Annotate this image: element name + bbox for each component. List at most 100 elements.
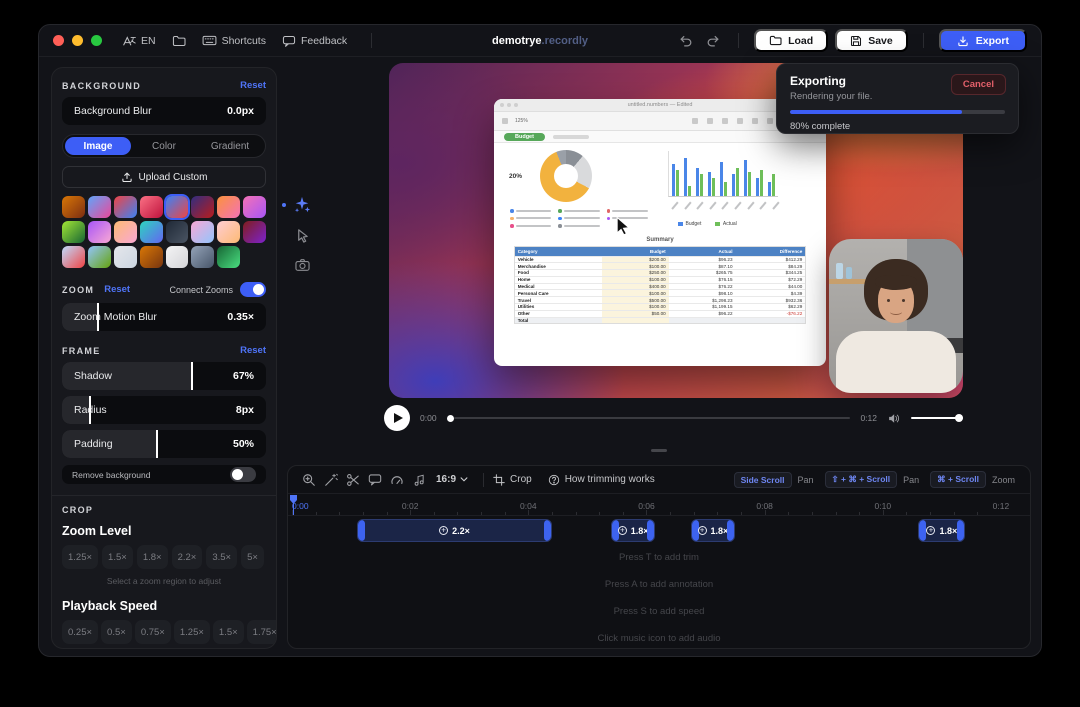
background-thumbnail[interactable] <box>140 246 163 268</box>
how-trimming-works-link[interactable]: How trimming works <box>548 474 655 486</box>
background-thumbnail[interactable] <box>243 196 266 218</box>
zoom-level-option[interactable]: 3.5× <box>206 545 237 569</box>
titlebar-divider <box>738 33 739 48</box>
region-handle-left[interactable] <box>919 520 926 541</box>
background-thumbnail[interactable] <box>88 221 111 243</box>
zoom-level-option[interactable]: 5× <box>241 545 264 569</box>
feedback-button[interactable]: Feedback <box>282 35 347 47</box>
magic-wand-button[interactable] <box>320 470 342 490</box>
cursor-tool-button[interactable] <box>291 223 313 247</box>
timeline-ruler[interactable]: 0:000:020:040:060:080:100:12 <box>288 494 1030 516</box>
sheet-content: 20% Budget Actual Summary <box>494 143 826 324</box>
background-tab-gradient[interactable]: Gradient <box>197 137 263 155</box>
zoom-region[interactable]: 1.8× <box>611 519 655 542</box>
volume-slider[interactable] <box>911 417 963 419</box>
shadow-slider[interactable]: Shadow 67% <box>62 362 266 390</box>
speed-button[interactable] <box>386 470 408 490</box>
zoom-level-option[interactable]: 1.8× <box>137 545 168 569</box>
project-folder-button[interactable] <box>172 35 186 47</box>
zoom-region[interactable]: 1.8× <box>918 519 965 542</box>
region-handle-right[interactable] <box>727 520 734 541</box>
minimize-window-button[interactable] <box>72 35 83 46</box>
zoom-region[interactable]: 2.2× <box>357 519 552 542</box>
zoom-reset-link[interactable]: Reset <box>104 284 130 295</box>
background-thumbnail[interactable] <box>217 196 240 218</box>
aspect-ratio-dropdown[interactable]: 16:9 <box>436 474 468 485</box>
zoom-region[interactable]: 1.8× <box>691 519 735 542</box>
language-selector[interactable]: EN <box>122 34 156 47</box>
background-thumbnail[interactable] <box>62 196 85 218</box>
playback-speed-option[interactable]: 1.5× <box>213 620 244 644</box>
annotation-button[interactable] <box>364 470 386 490</box>
slider-handle[interactable] <box>191 362 193 390</box>
region-handle-right[interactable] <box>647 520 654 541</box>
save-button[interactable]: Save <box>835 29 908 52</box>
panel-resize-handle[interactable] <box>651 449 667 452</box>
background-thumbnail[interactable] <box>88 246 111 268</box>
playback-speed-option[interactable]: 1.75× <box>247 620 277 644</box>
background-blur-slider[interactable]: Background Blur 0.0px <box>62 97 266 125</box>
background-thumbnail[interactable] <box>217 246 240 268</box>
zoom-level-option[interactable]: 1.25× <box>62 545 98 569</box>
background-thumbnail[interactable] <box>114 221 137 243</box>
background-thumbnail[interactable] <box>114 246 137 268</box>
seek-track[interactable] <box>454 417 851 419</box>
cancel-export-button[interactable]: Cancel <box>951 74 1006 95</box>
sheet-table-cell: $500.00 <box>602 297 669 303</box>
export-button[interactable]: Export <box>939 29 1027 52</box>
region-handle-right[interactable] <box>957 520 964 541</box>
zoom-region-track[interactable]: 2.2× 1.8× 1.8× 1.8× <box>288 518 1030 544</box>
region-handle-right[interactable] <box>544 520 551 541</box>
background-thumbnail[interactable] <box>88 196 111 218</box>
shortcuts-button[interactable]: Shortcuts <box>202 35 266 47</box>
background-thumbnail[interactable] <box>166 196 189 218</box>
background-thumbnail[interactable] <box>191 221 214 243</box>
radius-slider[interactable]: Radius 8px <box>62 396 266 424</box>
cut-button[interactable] <box>342 470 364 490</box>
load-button[interactable]: Load <box>754 29 828 52</box>
background-thumbnail[interactable] <box>166 246 189 268</box>
music-button[interactable] <box>408 470 430 490</box>
playback-speed-option[interactable]: 0.5× <box>101 620 132 644</box>
maximize-window-button[interactable] <box>91 35 102 46</box>
close-window-button[interactable] <box>53 35 64 46</box>
zoom-motion-blur-slider[interactable]: Zoom Motion Blur 0.35× <box>62 303 266 331</box>
slider-handle[interactable] <box>156 430 158 458</box>
region-handle-left[interactable] <box>358 520 365 541</box>
playback-speed-option[interactable]: 0.75× <box>135 620 171 644</box>
remove-background-toggle[interactable] <box>230 467 256 482</box>
background-thumbnail[interactable] <box>243 221 266 243</box>
play-button[interactable] <box>384 405 410 431</box>
background-thumbnail[interactable] <box>62 246 85 268</box>
background-thumbnail[interactable] <box>140 196 163 218</box>
webcam-overlay[interactable] <box>829 239 963 393</box>
background-thumbnail[interactable] <box>191 196 214 218</box>
connect-zooms-toggle[interactable] <box>240 282 266 297</box>
redo-button[interactable] <box>703 31 723 51</box>
background-thumbnail[interactable] <box>166 221 189 243</box>
playback-speed-option[interactable]: 1.25× <box>174 620 210 644</box>
frame-reset-link[interactable]: Reset <box>240 345 266 356</box>
padding-slider[interactable]: Padding 50% <box>62 430 266 458</box>
background-thumbnail[interactable] <box>140 221 163 243</box>
seek-handle[interactable] <box>447 415 454 422</box>
seek-bar[interactable] <box>447 415 851 422</box>
zoom-level-option[interactable]: 1.5× <box>102 545 133 569</box>
effects-tool-button[interactable] <box>291 193 313 217</box>
background-thumbnail[interactable] <box>217 221 240 243</box>
zoom-level-option[interactable]: 2.2× <box>172 545 203 569</box>
volume-handle[interactable] <box>955 414 963 422</box>
speaker-icon[interactable] <box>887 412 901 425</box>
crop-button[interactable]: Crop <box>493 474 532 486</box>
background-tab-color[interactable]: Color <box>131 137 197 155</box>
camera-tool-button[interactable] <box>291 253 313 277</box>
background-reset-link[interactable]: Reset <box>240 80 266 91</box>
undo-button[interactable] <box>676 31 696 51</box>
background-thumbnail[interactable] <box>191 246 214 268</box>
add-zoom-button[interactable] <box>298 470 320 490</box>
background-thumbnail[interactable] <box>114 196 137 218</box>
playback-speed-option[interactable]: 0.25× <box>62 620 98 644</box>
background-thumbnail[interactable] <box>62 221 85 243</box>
upload-custom-button[interactable]: Upload Custom <box>62 166 266 188</box>
background-tab-image[interactable]: Image <box>65 137 131 155</box>
